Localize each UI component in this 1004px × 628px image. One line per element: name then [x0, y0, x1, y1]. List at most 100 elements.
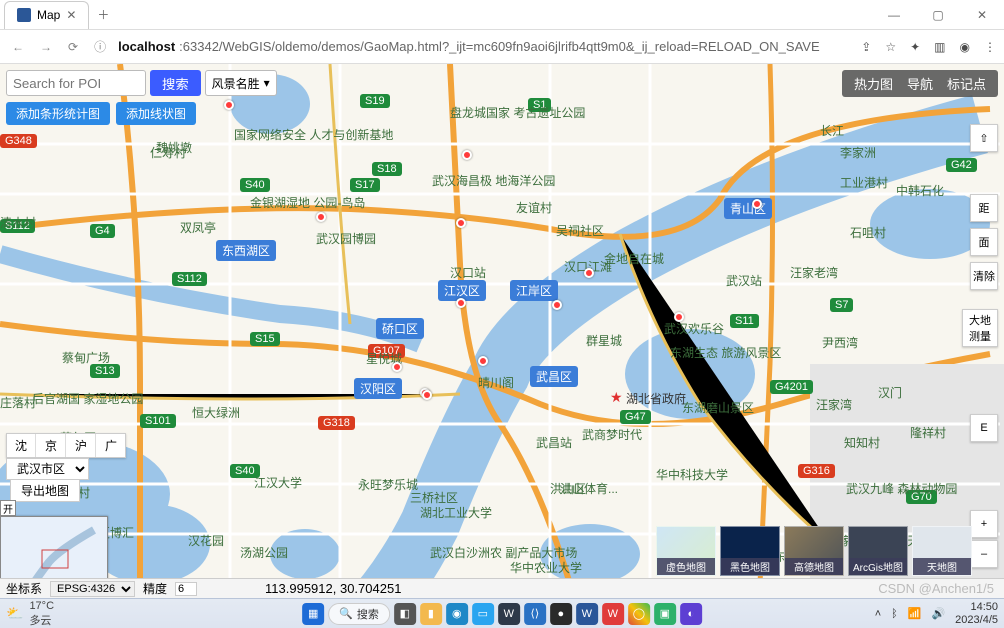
poi-label[interactable]: 武汉欢乐谷	[664, 320, 724, 337]
poi-marker-icon[interactable]	[316, 212, 326, 222]
poi-label[interactable]: 中韩石化	[896, 182, 944, 199]
poi-label[interactable]: 武汉站	[726, 272, 762, 289]
poi-label[interactable]: 隆祥村	[910, 424, 946, 441]
district-label[interactable]: 武昌区	[530, 366, 578, 387]
basemap-light[interactable]: 虚色地图	[656, 526, 716, 576]
basemap-gaode[interactable]: 高德地图	[784, 526, 844, 576]
poi-label[interactable]: 华中农业大学	[510, 559, 582, 576]
app-icon-3[interactable]: ●	[550, 603, 572, 625]
poi-label[interactable]: 汉花园	[188, 532, 224, 549]
poi-label[interactable]: 武汉海昌极 地海洋公园	[432, 172, 555, 189]
search-input[interactable]	[6, 70, 146, 96]
poi-label[interactable]: 魏姚墩	[156, 139, 192, 156]
basemap-tianditu[interactable]: 天地图	[912, 526, 972, 576]
window-minimize-icon[interactable]: —	[872, 0, 916, 30]
bookmark-icon[interactable]: ☆	[885, 40, 896, 54]
tab-close-icon[interactable]: ✕	[66, 8, 76, 22]
city-bei[interactable]: 京	[37, 434, 66, 457]
north-arrow-icon[interactable]: ⇧	[970, 124, 998, 152]
nav-directions[interactable]: 导航	[907, 74, 933, 93]
district-label[interactable]: 硚口区	[376, 318, 424, 339]
poi-marker-icon[interactable]	[456, 218, 466, 228]
window-maximize-icon[interactable]: ▢	[916, 0, 960, 30]
poi-label[interactable]: 长江	[820, 122, 844, 139]
app-icon-4[interactable]: ▣	[654, 603, 676, 625]
poi-marker-icon[interactable]	[552, 300, 562, 310]
poi-label[interactable]: 尹西湾	[822, 334, 858, 351]
edge-icon[interactable]: ◉	[446, 603, 468, 625]
explorer-icon[interactable]: ▮	[420, 603, 442, 625]
url-input[interactable]: localhost :63342/WebGIS/oldemo/demos/Gao…	[118, 39, 853, 54]
clock[interactable]: 14:50 2023/4/5	[955, 601, 998, 625]
app-icon-1[interactable]: ▭	[472, 603, 494, 625]
nav-marker[interactable]: 标记点	[947, 74, 986, 93]
weather-widget[interactable]: ⛅ 17°C 多云	[6, 600, 54, 628]
poi-label[interactable]: 汪家湾	[816, 396, 852, 413]
poi-label[interactable]: 东湖生态 旅游风景区	[670, 344, 781, 361]
poi-label[interactable]: 后官湖国 家湿地公园	[32, 390, 143, 407]
map-container[interactable]: 东西湖区硚口区江汉区江岸区汉阳区武昌区青山区 G348G318G107G316G…	[0, 64, 1004, 598]
poi-label[interactable]: 李家洲	[840, 144, 876, 161]
clear-tool[interactable]: 清除	[970, 262, 998, 290]
start-icon[interactable]: ▦	[302, 603, 324, 625]
district-label[interactable]: 江岸区	[510, 280, 558, 301]
export-map-button[interactable]: 导出地图	[10, 479, 80, 502]
tray-chevron-icon[interactable]: ˄	[875, 608, 881, 620]
site-info-icon[interactable]: ⓘ	[90, 38, 110, 55]
menu-icon[interactable]: ⋮	[984, 40, 996, 54]
browser-tab[interactable]: Map ✕	[4, 1, 89, 29]
district-label[interactable]: 东西湖区	[216, 240, 276, 261]
area-tool[interactable]: 面	[970, 228, 998, 256]
poi-label[interactable]: 吴祠社区	[556, 222, 604, 239]
poi-marker-icon[interactable]	[478, 356, 488, 366]
wifi-icon[interactable]: 📶	[908, 607, 922, 620]
extensions-icon[interactable]: ✦	[910, 40, 920, 54]
basemap-dark[interactable]: 黑色地图	[720, 526, 780, 576]
poi-marker-icon[interactable]	[462, 150, 472, 160]
city-shang[interactable]: 沪	[67, 434, 96, 457]
poi-label[interactable]: 洪山区	[550, 480, 586, 497]
window-close-icon[interactable]: ✕	[960, 0, 1004, 30]
word-icon[interactable]: W	[576, 603, 598, 625]
poi-label[interactable]: 武商梦时代	[582, 426, 642, 443]
bluetooth-icon[interactable]: ᛒ	[891, 608, 898, 620]
poi-label[interactable]: 双凤亭	[180, 219, 216, 236]
poi-type-select[interactable]: 风景名胜 ▾	[205, 70, 277, 96]
poi-label[interactable]: 庄落村	[0, 394, 36, 411]
geodesic-tool[interactable]: 大地测量	[962, 309, 998, 347]
poi-label[interactable]: 武汉园博园	[316, 230, 376, 247]
poi-label[interactable]: 知知村	[844, 434, 880, 451]
poi-label[interactable]: 三桥社区	[410, 489, 458, 506]
poi-label[interactable]: 汪家老湾	[790, 264, 838, 281]
taskbar-search[interactable]: 🔍 搜索	[328, 603, 390, 625]
nav-back-icon[interactable]: ←	[8, 40, 28, 54]
nav-forward-icon[interactable]: →	[36, 40, 56, 54]
task-view-icon[interactable]: ◧	[394, 603, 416, 625]
poi-label[interactable]: 汉口站	[450, 264, 486, 281]
nav-reload-icon[interactable]: ⟳	[64, 40, 82, 54]
poi-label[interactable]: 晴川阁	[478, 374, 514, 391]
poi-label[interactable]: 汤湖公园	[240, 544, 288, 561]
zoom-out-button[interactable]: –	[970, 540, 998, 568]
city-shen[interactable]: 沈	[7, 434, 36, 457]
poi-label[interactable]: 湖北工业大学	[420, 504, 492, 521]
poi-marker-icon[interactable]	[674, 312, 684, 322]
city-guang[interactable]: 广	[97, 434, 125, 457]
poi-label[interactable]: 武昌站	[536, 434, 572, 451]
poi-label[interactable]: 永旺梦乐城	[358, 476, 418, 493]
app-icon-5[interactable]: ◐	[680, 603, 702, 625]
poi-label[interactable]: 国家网络安全 人才与创新基地	[234, 126, 393, 143]
nav-heatmap[interactable]: 热力图	[854, 74, 893, 93]
add-bar-chart-button[interactable]: 添加条形统计图	[6, 102, 110, 125]
poi-label[interactable]: 江汉大学	[254, 474, 302, 491]
poi-label[interactable]: 友谊村	[516, 199, 552, 216]
share-icon[interactable]: ⇪	[861, 40, 871, 54]
poi-label[interactable]: 清水村	[0, 214, 36, 231]
wps-icon[interactable]: W	[602, 603, 624, 625]
chrome-icon[interactable]: ◯	[628, 603, 650, 625]
sidepanel-icon[interactable]: ▥	[934, 40, 945, 54]
overview-toggle[interactable]: 开	[0, 500, 16, 516]
poi-label[interactable]: 东湖磨山景区	[682, 399, 754, 416]
district-label[interactable]: 汉阳区	[354, 378, 402, 399]
precision-input[interactable]	[175, 582, 197, 596]
